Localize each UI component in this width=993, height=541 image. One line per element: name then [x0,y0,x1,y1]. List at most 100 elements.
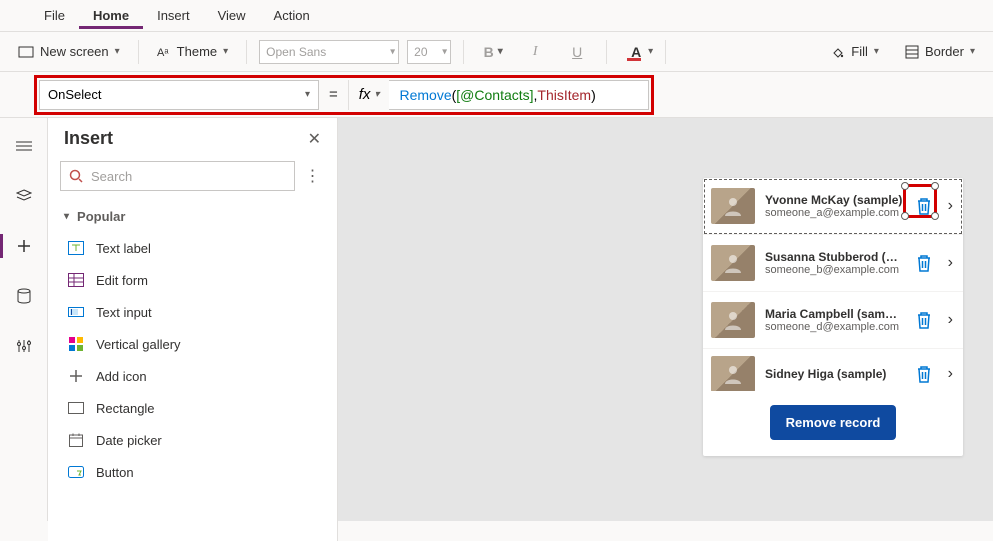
insert-item-label: Button [96,465,134,480]
theme-label: Theme [177,44,217,59]
fill-button[interactable]: Fill ▾ [825,40,885,63]
menu-action[interactable]: Action [260,2,324,29]
font-family-select[interactable]: Open Sans [259,40,399,64]
trash-icon[interactable] [914,253,934,273]
equals-label: = [319,86,348,103]
rectangle-icon [68,400,84,416]
contact-name: Susanna Stubberod (sample) [765,250,904,264]
text-label-icon [68,240,84,256]
insert-item-date-picker[interactable]: Date picker [48,424,337,456]
insert-item-add-icon[interactable]: Add icon [48,360,337,392]
menu-bar: File Home Insert View Action [0,0,993,32]
category-label: Popular [77,209,125,224]
separator [606,40,607,64]
gallery-row[interactable]: Maria Campbell (sample) someone_d@exampl… [703,292,963,349]
separator [665,40,666,64]
font-color-button[interactable]: A ▾ [619,40,653,64]
token-datasource: [@Contacts] [456,87,533,103]
trash-icon[interactable] [914,310,934,330]
insert-item-label: Date picker [96,433,162,448]
chevron-right-icon[interactable]: › [944,365,957,383]
left-rail [0,118,48,521]
category-popular[interactable]: ▾ Popular [48,201,337,232]
data-button[interactable] [8,280,40,312]
tree-view-button[interactable] [8,130,40,162]
insert-item-label: Add icon [96,369,147,384]
menu-home[interactable]: Home [79,2,143,29]
new-screen-icon [18,46,34,58]
insert-pane-title: Insert [64,128,113,149]
font-size-select[interactable]: 20 [407,40,451,64]
color-swatch [627,58,641,61]
menu-insert[interactable]: Insert [143,2,204,29]
gallery-row[interactable]: Sidney Higa (sample) › [703,349,963,391]
chevron-down-icon: ▾ [874,46,879,57]
chevron-right-icon[interactable]: › [944,311,957,329]
new-screen-button[interactable]: New screen ▾ [12,40,126,63]
text-input-icon [68,304,84,320]
insert-item-label: Vertical gallery [96,337,181,352]
contact-email: someone_b@example.com [765,264,904,276]
formula-highlight: OnSelect ▾ = fx▾ Remove( [@Contacts], Th… [34,75,654,115]
remove-record-button[interactable]: Remove record [770,405,897,440]
property-select[interactable]: OnSelect ▾ [39,80,319,110]
separator [138,40,139,64]
canvas[interactable]: Yvonne McKay (sample) someone_a@example.… [338,118,993,521]
trash-icon[interactable] [914,196,934,216]
more-options-button[interactable]: ⋮ [301,166,325,186]
insert-item-vertical-gallery[interactable]: Vertical gallery [48,328,337,360]
avatar [711,245,755,281]
theme-button[interactable]: Aᵃ Theme ▾ [151,40,235,63]
menu-file[interactable]: File [30,2,79,29]
contact-name: Maria Campbell (sample) [765,307,904,321]
settings-button[interactable] [8,330,40,362]
avatar [711,356,755,391]
contact-email: someone_d@example.com [765,321,904,333]
contact-name: Sidney Higa (sample) [765,367,904,381]
chevron-down-icon: ▾ [374,89,379,100]
underline-button[interactable]: U [560,40,594,64]
app-preview: Yvonne McKay (sample) someone_a@example.… [703,178,963,456]
bold-button[interactable]: B▾ [476,40,510,64]
insert-item-label: Rectangle [96,401,155,416]
avatar [711,302,755,338]
search-input[interactable]: Search [60,161,295,191]
insert-item-text-label[interactable]: Text label [48,232,337,264]
gallery-row[interactable]: Susanna Stubberod (sample) someone_b@exa… [703,235,963,292]
search-placeholder: Search [91,169,132,184]
contact-email: someone_a@example.com [765,207,904,219]
insert-pane: Insert ✕ Search ⋮ ▾ Popular Text label E… [48,118,338,541]
chevron-down-icon: ▾ [970,46,975,57]
insert-item-edit-form[interactable]: Edit form [48,264,337,296]
avatar [711,188,755,224]
token-keyword: ThisItem [537,87,591,103]
insert-item-text-input[interactable]: Text input [48,296,337,328]
fill-label: Fill [851,44,868,59]
gallery-row[interactable]: Yvonne McKay (sample) someone_a@example.… [703,178,963,235]
italic-button[interactable]: I [518,40,552,64]
svg-text:Aᵃ: Aᵃ [157,47,169,59]
insert-item-rectangle[interactable]: Rectangle [48,392,337,424]
border-button[interactable]: Border ▾ [899,40,981,63]
chevron-right-icon[interactable]: › [944,254,957,272]
vertical-gallery-icon [68,336,84,352]
chevron-right-icon[interactable]: › [944,197,957,215]
close-icon[interactable]: ✕ [308,129,321,149]
layers-button[interactable] [8,180,40,212]
chevron-down-icon: ▾ [223,46,228,57]
formula-input[interactable]: Remove( [@Contacts], ThisItem ) [389,80,649,110]
chevron-down-icon: ▾ [305,89,310,100]
insert-item-label: Text label [96,241,151,256]
formula-bar: OnSelect ▾ = fx▾ Remove( [@Contacts], Th… [0,72,993,118]
ribbon: New screen ▾ Aᵃ Theme ▾ Open Sans ▾ 20 ▾… [0,32,993,72]
chevron-down-icon: ▾ [64,211,69,222]
border-icon [905,45,919,59]
insert-pane-button[interactable] [8,230,40,262]
fill-icon [831,45,845,59]
insert-item-label: Edit form [96,273,148,288]
fx-button[interactable]: fx▾ [348,80,390,110]
trash-icon[interactable] [914,364,934,384]
insert-item-button[interactable]: Button [48,456,337,488]
menu-view[interactable]: View [204,2,260,29]
contact-name: Yvonne McKay (sample) [765,193,904,207]
